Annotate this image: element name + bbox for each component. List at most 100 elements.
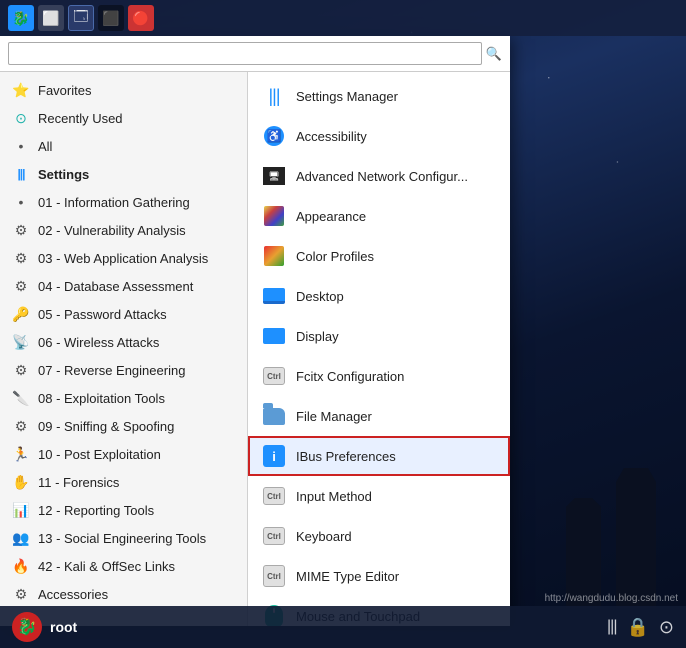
bottom-icon-lock[interactable]: 🔒 bbox=[626, 617, 648, 638]
ibus-label: IBus Preferences bbox=[296, 449, 396, 464]
sidebar-item-09[interactable]: ⚙ 09 - Sniffing & Spoofing bbox=[0, 412, 247, 440]
appearance-label: Appearance bbox=[296, 209, 366, 224]
taskbar-app4[interactable]: 🔴 bbox=[128, 5, 154, 31]
sidebar-label-04: 04 - Database Assessment bbox=[38, 279, 193, 294]
04-icon: ⚙ bbox=[12, 277, 30, 295]
fcitx-icon: Ctrl bbox=[262, 364, 286, 388]
sidebar-label-settings: Settings bbox=[38, 167, 89, 182]
sidebar-item-13[interactable]: 👥 13 - Social Engineering Tools bbox=[0, 524, 247, 552]
sidebar-item-12[interactable]: 📊 12 - Reporting Tools bbox=[0, 496, 247, 524]
sidebar-label-favorites: Favorites bbox=[38, 83, 91, 98]
05-icon: 🔑 bbox=[12, 305, 30, 323]
07-icon: ⚙ bbox=[12, 361, 30, 379]
menu-content: ⭐ Favorites ⊙ Recently Used • All ||| Se… bbox=[0, 72, 510, 626]
sidebar-item-10[interactable]: 🏃 10 - Post Exploitation bbox=[0, 440, 247, 468]
sidebar-label-10: 10 - Post Exploitation bbox=[38, 447, 161, 462]
right-item-fcitx[interactable]: Ctrl Fcitx Configuration bbox=[248, 356, 510, 396]
kali-dragon-icon[interactable]: 🐉 bbox=[8, 5, 34, 31]
taskbar-app2[interactable]: 🗔 bbox=[68, 5, 94, 31]
bottom-taskbar: 🐉 root ||| 🔒 ⊙ bbox=[0, 606, 686, 648]
appearance-icon-shape bbox=[264, 206, 284, 226]
sidebar-item-01[interactable]: • 01 - Information Gathering bbox=[0, 188, 247, 216]
color-profiles-icon bbox=[262, 244, 286, 268]
sidebar-item-04[interactable]: ⚙ 04 - Database Assessment bbox=[0, 272, 247, 300]
09-icon: ⚙ bbox=[12, 417, 30, 435]
sidebar-item-11[interactable]: ✋ 11 - Forensics bbox=[0, 468, 247, 496]
appearance-icon bbox=[262, 204, 286, 228]
taskbar-app3[interactable]: ⬛ bbox=[98, 5, 124, 31]
12-icon: 📊 bbox=[12, 501, 30, 519]
root-label: root bbox=[50, 619, 77, 635]
sidebar-item-05[interactable]: 🔑 05 - Password Attacks bbox=[0, 300, 247, 328]
search-input[interactable] bbox=[8, 42, 482, 65]
right-item-color-profiles[interactable]: Color Profiles bbox=[248, 236, 510, 276]
right-item-file-manager[interactable]: File Manager bbox=[248, 396, 510, 436]
bottom-icon-bars[interactable]: ||| bbox=[607, 618, 616, 636]
input-method-icon-shape: Ctrl bbox=[263, 487, 285, 505]
color-profiles-icon-shape bbox=[264, 246, 284, 266]
right-item-display[interactable]: Display bbox=[248, 316, 510, 356]
sidebar-item-42[interactable]: 🔥 42 - Kali & OffSec Links bbox=[0, 552, 247, 580]
sidebar-label-11: 11 - Forensics bbox=[38, 475, 119, 490]
menu-window: 🔍 ⭐ Favorites ⊙ Recently Used • All ||| … bbox=[0, 36, 510, 626]
accessories-icon: ⚙ bbox=[12, 585, 30, 603]
right-item-accessibility[interactable]: ♿ Accessibility bbox=[248, 116, 510, 156]
silhouette-container bbox=[566, 468, 656, 608]
02-icon: ⚙ bbox=[12, 221, 30, 239]
06-icon: 📡 bbox=[12, 333, 30, 351]
settings-icon: ||| bbox=[12, 165, 30, 183]
input-method-icon: Ctrl bbox=[262, 484, 286, 508]
right-item-mime[interactable]: Ctrl MIME Type Editor bbox=[248, 556, 510, 596]
sidebar-item-02[interactable]: ⚙ 02 - Vulnerability Analysis bbox=[0, 216, 247, 244]
right-item-advanced-network[interactable]: 🖥 Advanced Network Configur... bbox=[248, 156, 510, 196]
silhouette-1 bbox=[616, 468, 656, 608]
fcitx-label: Fcitx Configuration bbox=[296, 369, 404, 384]
sidebar-label-13: 13 - Social Engineering Tools bbox=[38, 531, 206, 546]
right-item-keyboard[interactable]: Ctrl Keyboard bbox=[248, 516, 510, 556]
right-item-settings-manager[interactable]: ||| Settings Manager bbox=[248, 76, 510, 116]
accessibility-icon-shape: ♿ bbox=[264, 126, 284, 146]
advanced-network-icon: 🖥 bbox=[262, 164, 286, 188]
bottom-left: 🐉 root bbox=[12, 612, 77, 642]
right-item-desktop[interactable]: Desktop bbox=[248, 276, 510, 316]
desktop-icon-shape bbox=[263, 288, 285, 304]
input-method-label: Input Method bbox=[296, 489, 372, 504]
kali-logo[interactable]: 🐉 bbox=[12, 612, 42, 642]
mime-label: MIME Type Editor bbox=[296, 569, 399, 584]
sidebar-item-08[interactable]: 🔪 08 - Exploitation Tools bbox=[0, 384, 247, 412]
bottom-right: ||| 🔒 ⊙ bbox=[607, 617, 674, 638]
sidebar-item-settings[interactable]: ||| Settings bbox=[0, 160, 247, 188]
sidebar-item-06[interactable]: 📡 06 - Wireless Attacks bbox=[0, 328, 247, 356]
advanced-network-icon-shape: 🖥 bbox=[263, 167, 285, 185]
keyboard-icon: Ctrl bbox=[262, 524, 286, 548]
top-taskbar: 🐉 ⬜ 🗔 ⬛ 🔴 bbox=[0, 0, 686, 36]
sidebar-item-all[interactable]: • All bbox=[0, 132, 247, 160]
sidebar-item-accessories[interactable]: ⚙ Accessories bbox=[0, 580, 247, 608]
bottom-icon-circle[interactable]: ⊙ bbox=[659, 617, 674, 638]
file-manager-label: File Manager bbox=[296, 409, 372, 424]
taskbar-app1[interactable]: ⬜ bbox=[38, 5, 64, 31]
mime-icon-shape: Ctrl bbox=[263, 565, 285, 587]
keyboard-label: Keyboard bbox=[296, 529, 352, 544]
right-item-ibus[interactable]: i IBus Preferences bbox=[248, 436, 510, 476]
settings-manager-label: Settings Manager bbox=[296, 89, 398, 104]
sidebar-item-07[interactable]: ⚙ 07 - Reverse Engineering bbox=[0, 356, 247, 384]
right-item-appearance[interactable]: Appearance bbox=[248, 196, 510, 236]
sidebar-item-03[interactable]: ⚙ 03 - Web Application Analysis bbox=[0, 244, 247, 272]
display-icon-shape bbox=[263, 328, 285, 344]
desktop-label: Desktop bbox=[296, 289, 344, 304]
search-bar: 🔍 bbox=[0, 36, 510, 72]
08-icon: 🔪 bbox=[12, 389, 30, 407]
accessibility-label: Accessibility bbox=[296, 129, 367, 144]
color-profiles-label: Color Profiles bbox=[296, 249, 374, 264]
sidebar-label-08: 08 - Exploitation Tools bbox=[38, 391, 165, 406]
sidebar-item-favorites[interactable]: ⭐ Favorites bbox=[0, 76, 247, 104]
sidebar-label-07: 07 - Reverse Engineering bbox=[38, 363, 185, 378]
right-item-input-method[interactable]: Ctrl Input Method bbox=[248, 476, 510, 516]
file-manager-icon-shape bbox=[263, 408, 285, 425]
sidebar-item-recently-used[interactable]: ⊙ Recently Used bbox=[0, 104, 247, 132]
sidebar-label-accessories: Accessories bbox=[38, 587, 108, 602]
sidebar-label-05: 05 - Password Attacks bbox=[38, 307, 167, 322]
all-icon: • bbox=[12, 137, 30, 155]
01-icon: • bbox=[12, 193, 30, 211]
